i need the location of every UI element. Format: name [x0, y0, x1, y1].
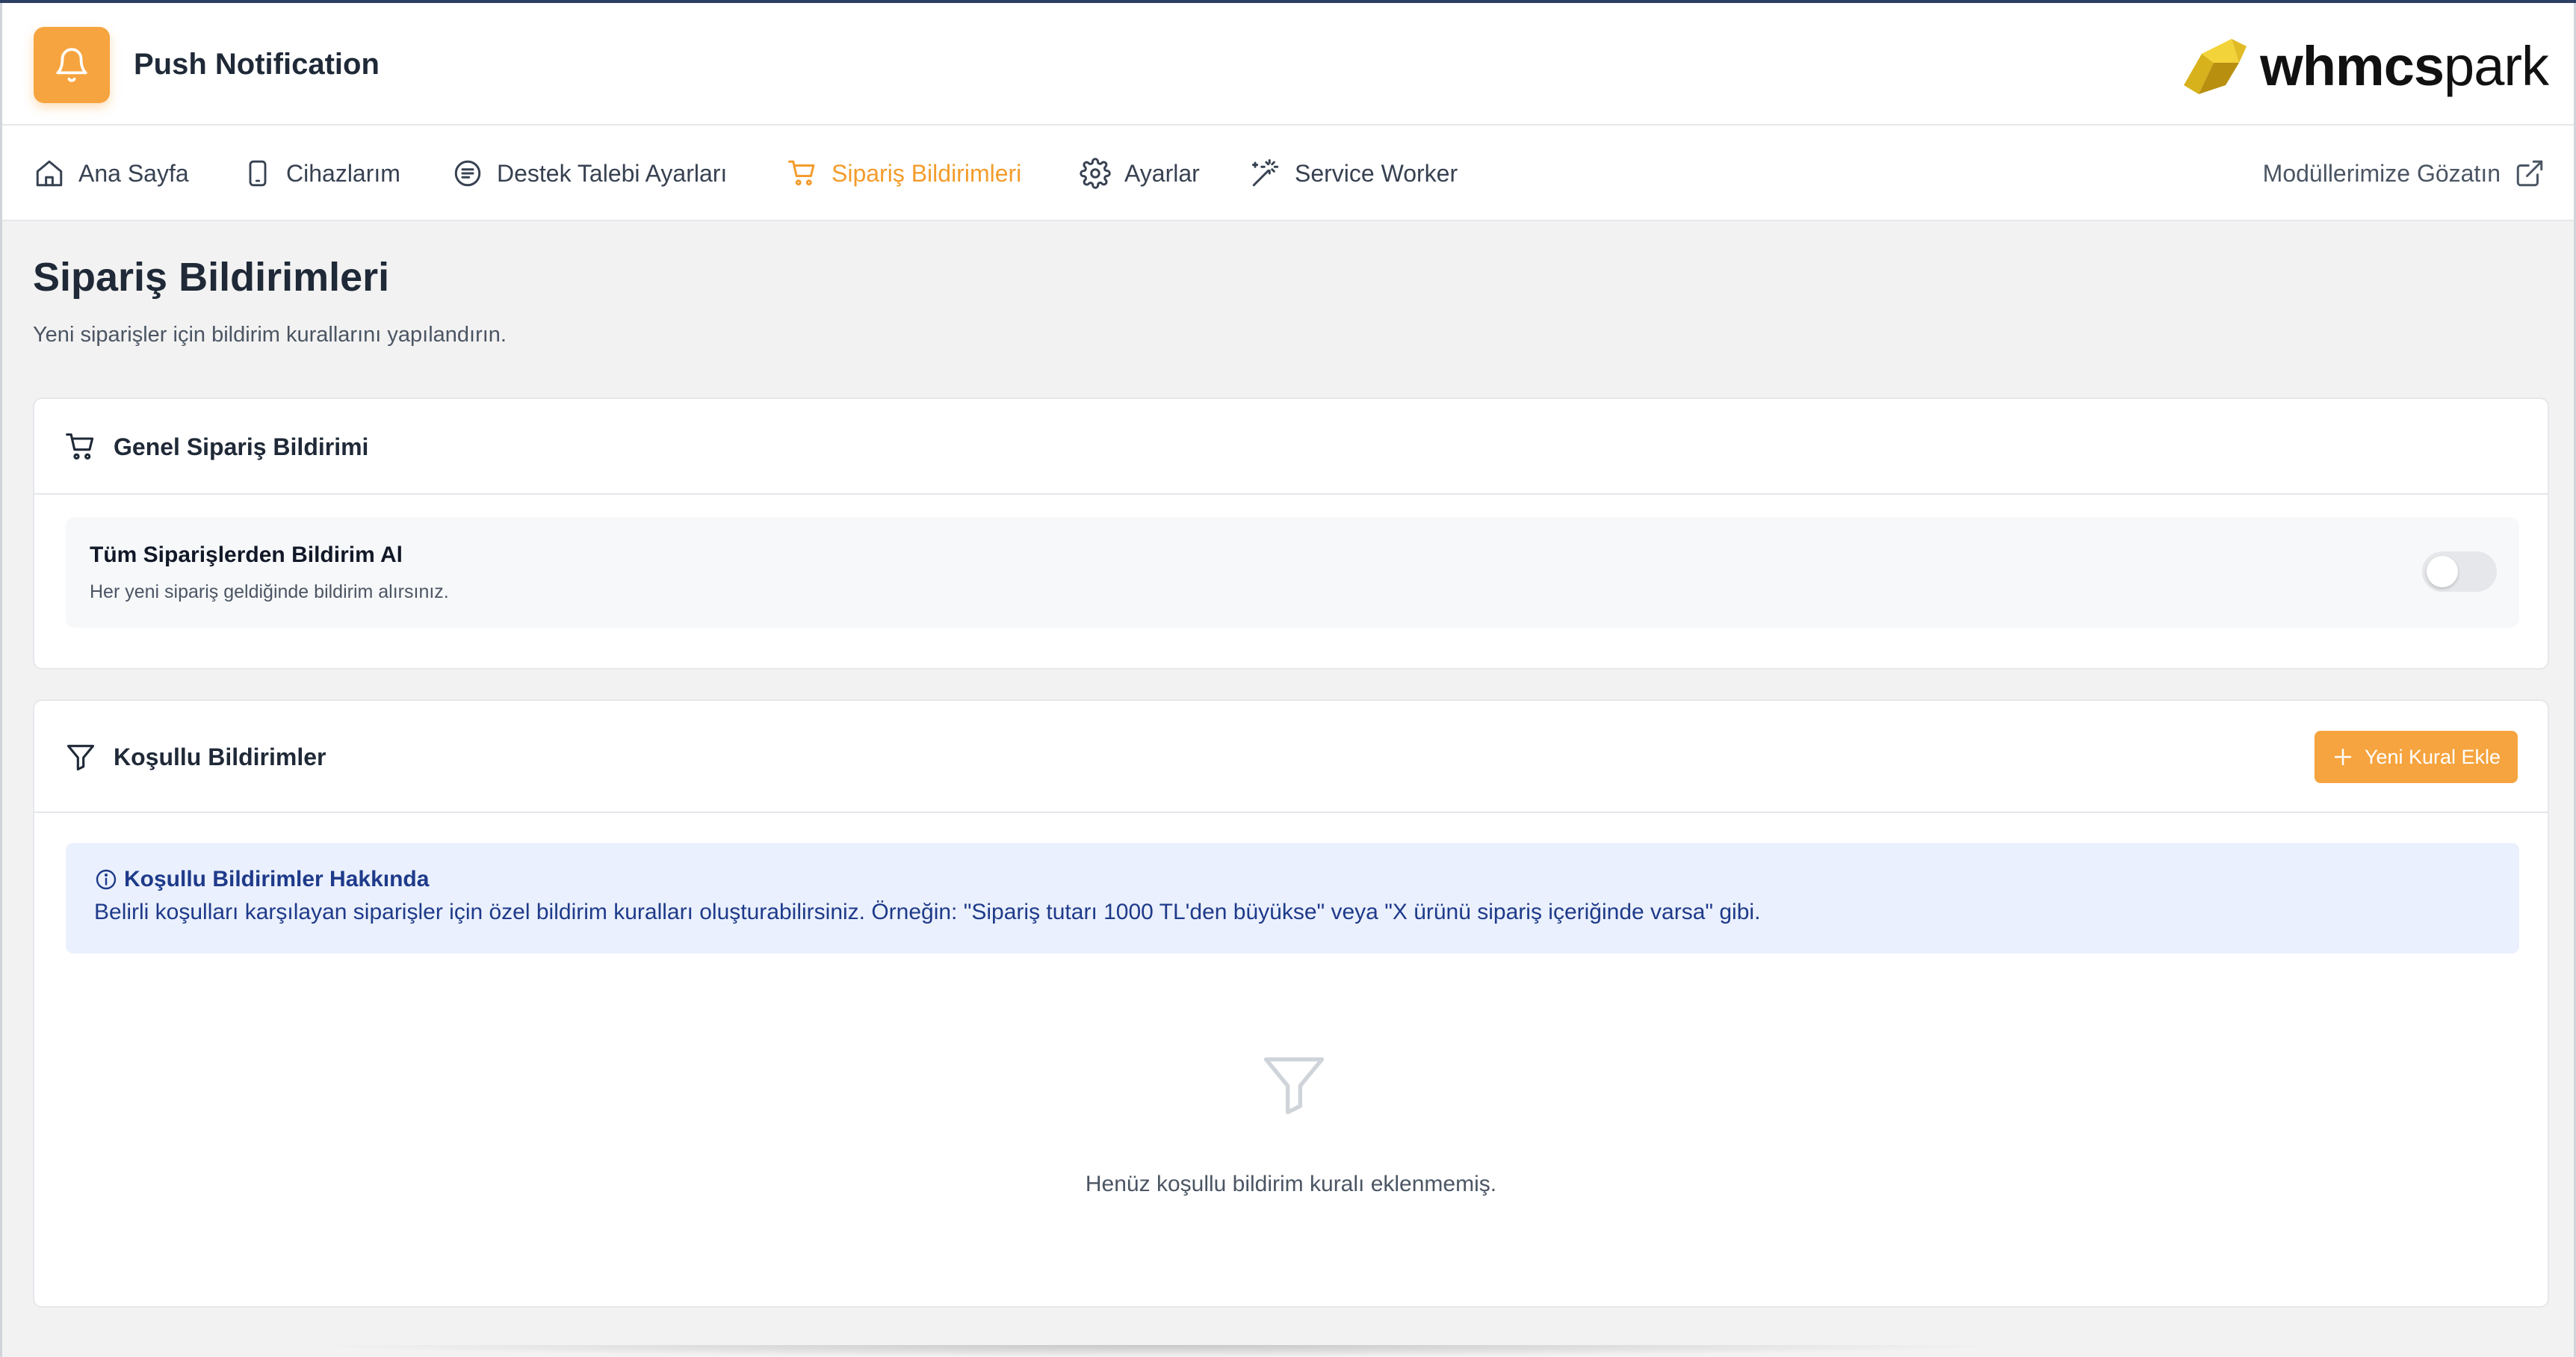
smartphone-icon	[249, 160, 267, 187]
magic-wand-icon	[1251, 159, 1279, 187]
all-orders-setting: Tüm Siparişlerden Bildirim Al Her yeni s…	[66, 517, 2519, 628]
cart-icon	[788, 160, 815, 186]
bell-icon	[34, 27, 110, 103]
home-icon	[36, 160, 63, 187]
cart-icon	[66, 433, 94, 460]
nav-item-ticket-settings[interactable]: Destek Talebi Ayarları	[452, 155, 727, 191]
gear-icon	[1080, 158, 1111, 189]
all-orders-toggle[interactable]	[2422, 551, 2497, 592]
info-icon	[96, 869, 117, 890]
app-header: Push Notification whmcspark	[2, 3, 2574, 126]
app-title: Push Notification	[134, 48, 380, 81]
bottom-shadow	[299, 1345, 2017, 1357]
add-rule-label: Yeni Kural Ekle	[2364, 745, 2501, 768]
nav-item-home[interactable]: Ana Sayfa	[34, 155, 189, 191]
nav-label: Ana Sayfa	[78, 159, 189, 187]
page-title: Sipariş Bildirimleri	[33, 255, 390, 300]
info-title: Koşullu Bildirimler Hakkında	[94, 867, 429, 892]
filter-icon	[66, 744, 95, 771]
external-link-icon	[2516, 160, 2543, 187]
card-header: Koşullu Bildirimler Yeni Kural Ekle	[34, 701, 2548, 813]
nav-item-devices[interactable]: Cihazlarım	[243, 155, 400, 191]
conditional-notifications-card: Koşullu Bildirimler Yeni Kural Ekle Koşu…	[33, 699, 2549, 1308]
nav-label: Sipariş Bildirimleri	[832, 159, 1022, 187]
nav-label: Ayarlar	[1124, 159, 1200, 187]
browse-modules-link[interactable]: Modüllerimize Gözatın	[2263, 155, 2545, 191]
card-header: Genel Sipariş Bildirimi	[34, 399, 2548, 495]
ticket-icon	[454, 160, 481, 187]
nav-label: Service Worker	[1295, 159, 1458, 187]
card-title: Koşullu Bildirimler	[64, 739, 326, 775]
browse-modules-label: Modüllerimize Gözatın	[2262, 159, 2501, 187]
brand-wordmark: whmcspark	[2260, 35, 2549, 97]
general-notification-card: Genel Sipariş Bildirimi Tüm Siparişlerde…	[33, 398, 2549, 670]
plus-icon	[2334, 748, 2352, 766]
nav-item-order-notifications[interactable]: Sipariş Bildirimleri	[787, 155, 1021, 191]
nav-item-settings[interactable]: Ayarlar	[1080, 155, 1200, 191]
nav-label: Destek Talebi Ayarları	[497, 159, 728, 187]
filter-icon	[1263, 1057, 1325, 1115]
setting-description: Her yeni sipariş geldiğinde bildirim alı…	[90, 581, 449, 602]
card-title: Genel Sipariş Bildirimi	[64, 429, 368, 465]
info-text: Belirli koşulları karşılayan siparişler …	[94, 900, 1761, 924]
page-subtitle: Yeni siparişler için bildirim kuralların…	[33, 323, 507, 347]
toggle-knob	[2427, 556, 2458, 587]
nav-label: Cihazlarım	[286, 159, 400, 187]
brand-mark-icon	[2184, 39, 2247, 94]
empty-state-text: Henüz koşullu bildirim kuralı eklenmemiş…	[1085, 1172, 1497, 1196]
nav-item-service-worker[interactable]: Service Worker	[1250, 155, 1458, 191]
setting-title: Tüm Siparişlerden Bildirim Al	[90, 543, 403, 567]
brand-logo[interactable]: whmcspark	[2179, 33, 2549, 100]
add-rule-button[interactable]: Yeni Kural Ekle	[2315, 731, 2518, 783]
main-nav: Ana Sayfa Cihazlarım Destek Talebi Ayarl…	[2, 126, 2574, 221]
info-alert: Koşullu Bildirimler Hakkında Belirli koş…	[66, 843, 2519, 953]
